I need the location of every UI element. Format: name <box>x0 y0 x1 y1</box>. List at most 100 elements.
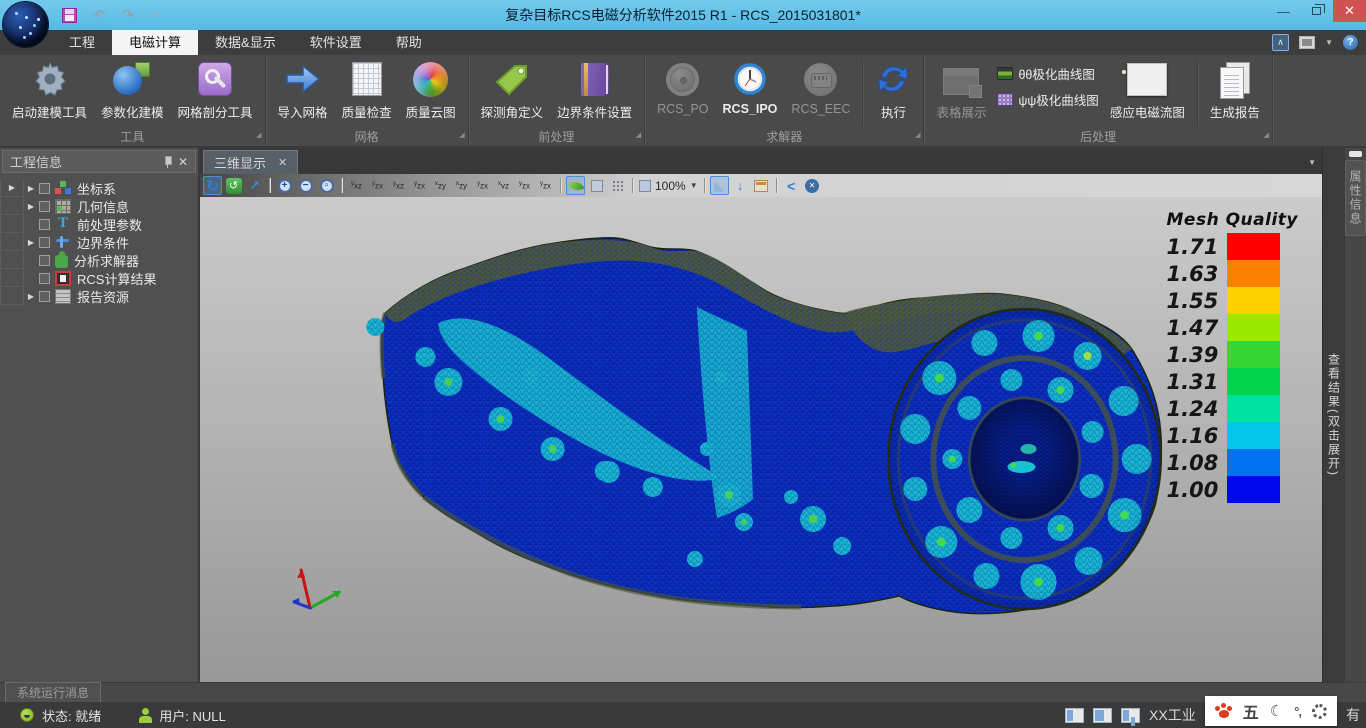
expand-arrow-icon[interactable]: ▶ <box>24 292 38 301</box>
collapse-ribbon-icon[interactable]: ∧ <box>1272 34 1289 51</box>
property-info-tab[interactable]: 属性信息 <box>1345 160 1366 236</box>
view-preset-7-button[interactable]: yzx <box>473 176 492 195</box>
display-style-icon[interactable] <box>1299 36 1315 49</box>
tab-settings[interactable]: 软件设置 <box>293 30 379 55</box>
view-preset-10-button[interactable]: yzx <box>536 176 555 195</box>
ime-moon-icon[interactable]: ☾ <box>1270 702 1283 720</box>
button-label: 感应电磁流图 <box>1110 102 1185 121</box>
panel-close-icon[interactable]: ✕ <box>178 155 188 169</box>
group-label-mesh[interactable]: 网格◢ <box>266 129 468 146</box>
tab-project[interactable]: 工程 <box>52 30 112 55</box>
quality-cloud-button[interactable]: 质量云图 <box>399 58 463 121</box>
tree-item-boundary-condition[interactable]: ▶ 边界条件 <box>0 233 198 251</box>
tree-item-solver[interactable]: 分析求解器 <box>0 251 198 269</box>
expand-arrow-icon[interactable]: ▶ <box>24 202 38 211</box>
wireframe-view-button[interactable] <box>587 176 606 195</box>
view-preset-9-button[interactable]: yzx <box>515 176 534 195</box>
generate-report-button[interactable]: 生成报告 <box>1203 58 1267 121</box>
ime-settings-icon[interactable] <box>1312 704 1327 719</box>
layout-bottom-icon[interactable] <box>1121 708 1140 723</box>
tab-help[interactable]: 帮助 <box>379 30 439 55</box>
checkbox[interactable] <box>39 255 50 266</box>
mesh-tool-button[interactable]: 网格剖分工具 <box>171 58 260 121</box>
tab-em-compute[interactable]: 电磁计算 <box>112 30 198 55</box>
help-icon[interactable]: ? <box>1343 35 1358 50</box>
checkbox[interactable] <box>39 219 50 230</box>
app-logo[interactable] <box>3 2 48 47</box>
group-label-preprocess[interactable]: 前处理◢ <box>469 129 645 146</box>
pan-button[interactable]: ↗ <box>245 176 264 195</box>
tab-list-dropdown-icon[interactable]: ▼ <box>1308 158 1316 167</box>
zoom-fit-button[interactable]: ▫ <box>317 176 336 195</box>
display-style-dropdown-icon[interactable]: ▼ <box>1325 38 1333 47</box>
parametric-modeling-button[interactable]: 参数化建模 <box>94 58 171 121</box>
rcs-ipo-button[interactable]: RCS_IPO <box>716 58 785 116</box>
pin-icon[interactable] <box>163 155 172 168</box>
refresh-button[interactable]: ↺ <box>224 176 243 195</box>
tree-item-preprocess-params[interactable]: 前处理参数 <box>0 215 198 233</box>
checkbox[interactable] <box>39 201 50 212</box>
group-label-tools[interactable]: 工具◢ <box>0 129 265 146</box>
expand-arrow-icon[interactable]: ▶ <box>24 184 38 193</box>
layout-split-icon[interactable] <box>1093 708 1112 723</box>
expand-arrow-icon[interactable]: ▶ <box>24 238 38 247</box>
launch-modeling-tool-button[interactable]: 启动建模工具 <box>5 58 94 121</box>
minimize-button[interactable]: — <box>1267 0 1300 22</box>
system-messages-tab[interactable]: 系统运行消息 <box>5 682 101 703</box>
rotate-icon: ↻ <box>206 177 219 195</box>
shaded-view-button[interactable] <box>566 176 585 195</box>
zoom-in-button[interactable]: + <box>275 176 294 195</box>
cancel-button[interactable]: ✕ <box>803 176 822 195</box>
status-right: XX工业 五 ☾ °, 有 <box>1065 702 1360 728</box>
region-select-button[interactable]: ◣ <box>710 176 729 195</box>
checkbox[interactable] <box>39 183 50 194</box>
share-button[interactable]: < <box>782 176 801 195</box>
capture-window-button[interactable] <box>752 176 771 195</box>
view-preset-4-button[interactable]: yzx <box>410 176 429 195</box>
zoom-out-button[interactable]: − <box>296 176 315 195</box>
view-preset-1-button[interactable]: yxz <box>347 176 366 195</box>
layout-left-icon[interactable] <box>1065 708 1084 723</box>
tree-item-coordinate-system[interactable]: ▶ ▶ 坐标系 <box>0 179 198 197</box>
restore-button[interactable] <box>1300 0 1333 22</box>
theta-polarization-curve-button[interactable]: θθ极化曲线图 <box>997 64 1098 83</box>
psi-polarization-curve-button[interactable]: ψψ极化曲线图 <box>997 90 1098 109</box>
ime-wubi-mode[interactable]: 五 <box>1243 699 1259 723</box>
drop-view-button[interactable]: ↓ <box>731 176 750 195</box>
mesh-model[interactable] <box>200 197 1322 682</box>
tab-close-icon[interactable]: ✕ <box>278 156 287 169</box>
checkbox[interactable] <box>39 237 50 248</box>
3d-canvas[interactable]: Mesh Quality 1.71 1.63 1.55 1.47 1.39 1.… <box>200 197 1322 682</box>
tree-item-geometry-info[interactable]: ▶ 几何信息 <box>0 197 198 215</box>
ime-punctuation-icon[interactable]: °, <box>1294 704 1301 719</box>
quality-check-button[interactable]: 质量检查 <box>335 58 399 121</box>
view-preset-5-button[interactable]: xzy <box>431 176 450 195</box>
rotate-button[interactable]: ↻ <box>203 176 222 195</box>
checkbox[interactable] <box>39 291 50 302</box>
tree-item-rcs-results[interactable]: RCS计算结果 <box>0 269 198 287</box>
zoom-level-select[interactable]: 100% ▼ <box>638 176 699 195</box>
group-label-postprocess[interactable]: 后处理◢ <box>924 129 1271 146</box>
import-mesh-button[interactable]: 导入网格 <box>271 58 335 121</box>
group-label-solver[interactable]: 求解器◢ <box>645 129 923 146</box>
scrollbar-thumb[interactable] <box>1349 151 1362 157</box>
probe-angle-button[interactable]: 探测角定义 <box>474 58 551 121</box>
view-preset-3-button[interactable]: yxz <box>389 176 408 195</box>
ime-paw-icon[interactable] <box>1215 704 1232 719</box>
expand-arrow-icon[interactable]: ▶ <box>5 183 19 192</box>
boundary-condition-button[interactable]: 边界条件设置 <box>550 58 639 121</box>
points-view-button[interactable] <box>608 176 627 195</box>
model-cylinder-face[interactable] <box>888 309 1160 609</box>
view-preset-2-button[interactable]: yzx <box>368 176 387 195</box>
tab-3d-display[interactable]: 三维显示 ✕ <box>203 150 298 174</box>
view-preset-8-button[interactable]: xvz <box>494 176 513 195</box>
view-preset-6-button[interactable]: xzy <box>452 176 471 195</box>
tab-data-display[interactable]: 数据&显示 <box>198 30 293 55</box>
book-icon <box>581 58 609 100</box>
results-collapsed-panel[interactable]: 查看结果(双击展开) <box>1322 148 1345 682</box>
close-button[interactable]: ✕ <box>1333 0 1366 22</box>
execute-button[interactable]: 执行 <box>868 58 918 121</box>
checkbox[interactable] <box>39 273 50 284</box>
tree-item-report-resources[interactable]: ▶ 报告资源 <box>0 287 198 305</box>
induced-current-map-button[interactable]: 感应电磁流图 <box>1103 58 1192 121</box>
